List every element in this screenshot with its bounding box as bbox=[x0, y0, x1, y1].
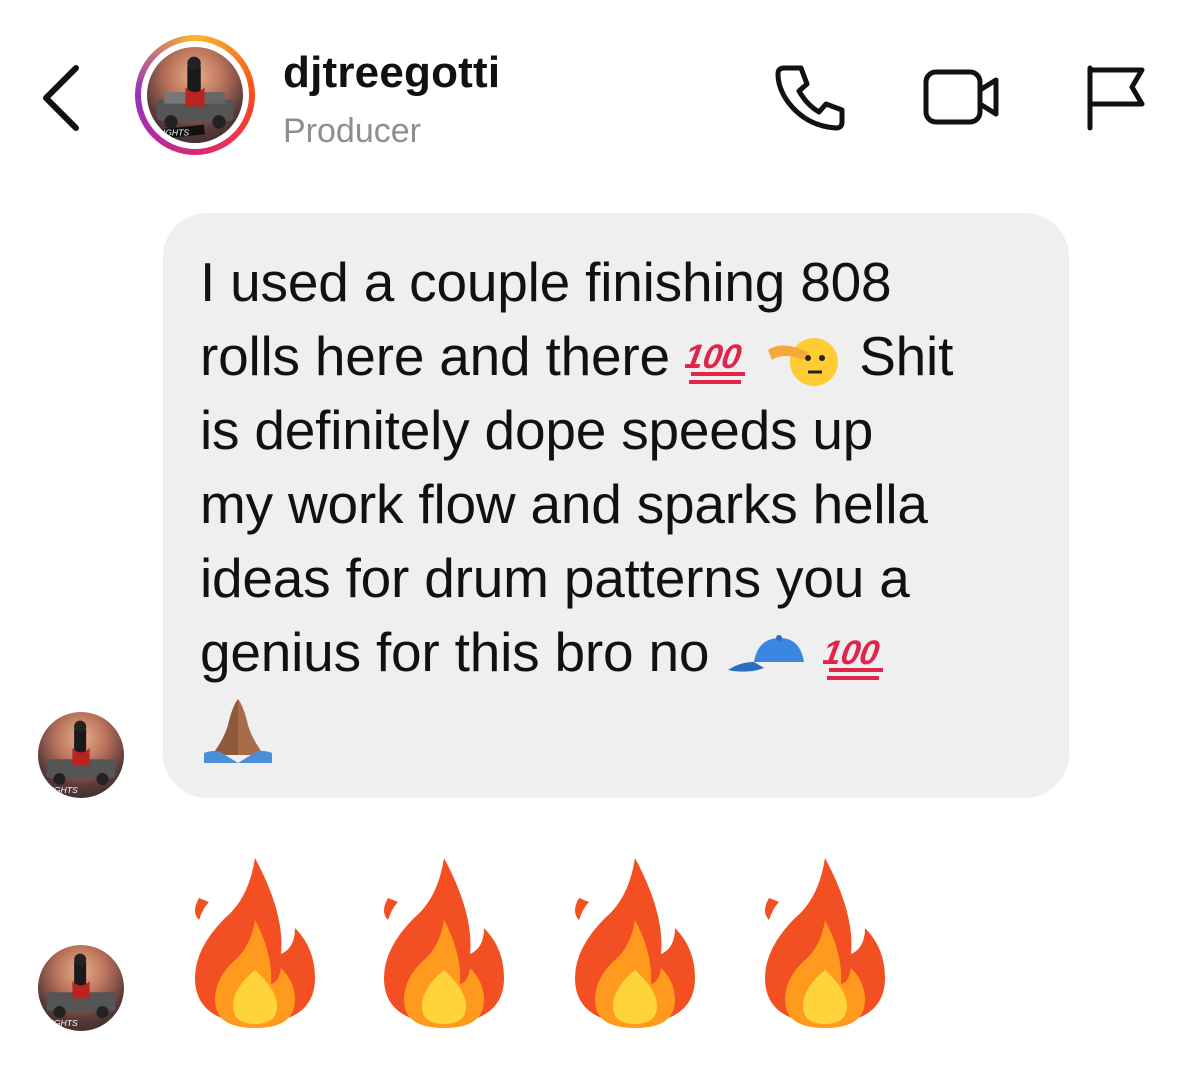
saluting-face-icon bbox=[768, 338, 839, 387]
hundred-points-icon: 100 bbox=[823, 635, 884, 681]
chat-subtitle: Producer bbox=[283, 112, 421, 150]
message-fragment: Shit bbox=[859, 325, 954, 387]
message-text: I used a couple finishing 808 rolls here… bbox=[200, 245, 1040, 767]
audio-call-button[interactable] bbox=[775, 62, 847, 134]
chat-username[interactable]: djtreegotti bbox=[283, 48, 500, 98]
svg-text:FLIGHTS: FLIGHTS bbox=[41, 785, 78, 795]
video-call-button[interactable] bbox=[922, 66, 1002, 128]
sender-avatar[interactable]: FLIGHTS bbox=[38, 945, 124, 1031]
message-line: genius for this bro no 100 bbox=[200, 615, 1040, 689]
message-line: I used a couple finishing 808 bbox=[200, 251, 892, 313]
message-line bbox=[200, 689, 1040, 767]
message-fragment: genius for this bro no bbox=[200, 621, 710, 683]
back-button[interactable] bbox=[38, 62, 84, 134]
svg-text:FLIGHTS: FLIGHTS bbox=[153, 127, 190, 137]
message-fragment: rolls here and there bbox=[200, 325, 670, 387]
svg-text:FLIGHTS: FLIGHTS bbox=[41, 1018, 78, 1028]
phone-icon bbox=[775, 65, 845, 131]
blue-cap-icon bbox=[728, 635, 805, 673]
message-line: ideas for drum patterns you a bbox=[200, 547, 910, 609]
flag-icon bbox=[1087, 65, 1145, 131]
fire-icon bbox=[575, 858, 695, 1028]
sender-avatar[interactable]: FLIGHTS bbox=[38, 712, 124, 798]
fire-icon bbox=[765, 858, 885, 1028]
report-button[interactable] bbox=[1082, 62, 1148, 132]
fire-icon bbox=[195, 858, 315, 1028]
video-camera-icon bbox=[923, 69, 999, 125]
svg-text:100: 100 bbox=[685, 339, 744, 377]
chevron-left-icon bbox=[43, 65, 79, 131]
svg-text:100: 100 bbox=[823, 635, 882, 673]
fire-icon bbox=[384, 858, 504, 1028]
profile-avatar[interactable]: FLIGHTS bbox=[135, 35, 255, 155]
folded-hands-icon bbox=[204, 699, 272, 764]
message-line: is definitely dope speeds up bbox=[200, 399, 874, 461]
message-line: rolls here and there 100 Shit bbox=[200, 319, 1040, 393]
avatar-image: FLIGHTS bbox=[147, 47, 243, 143]
message-line: my work flow and sparks hella bbox=[200, 473, 928, 535]
hundred-points-icon: 100 bbox=[685, 339, 745, 385]
